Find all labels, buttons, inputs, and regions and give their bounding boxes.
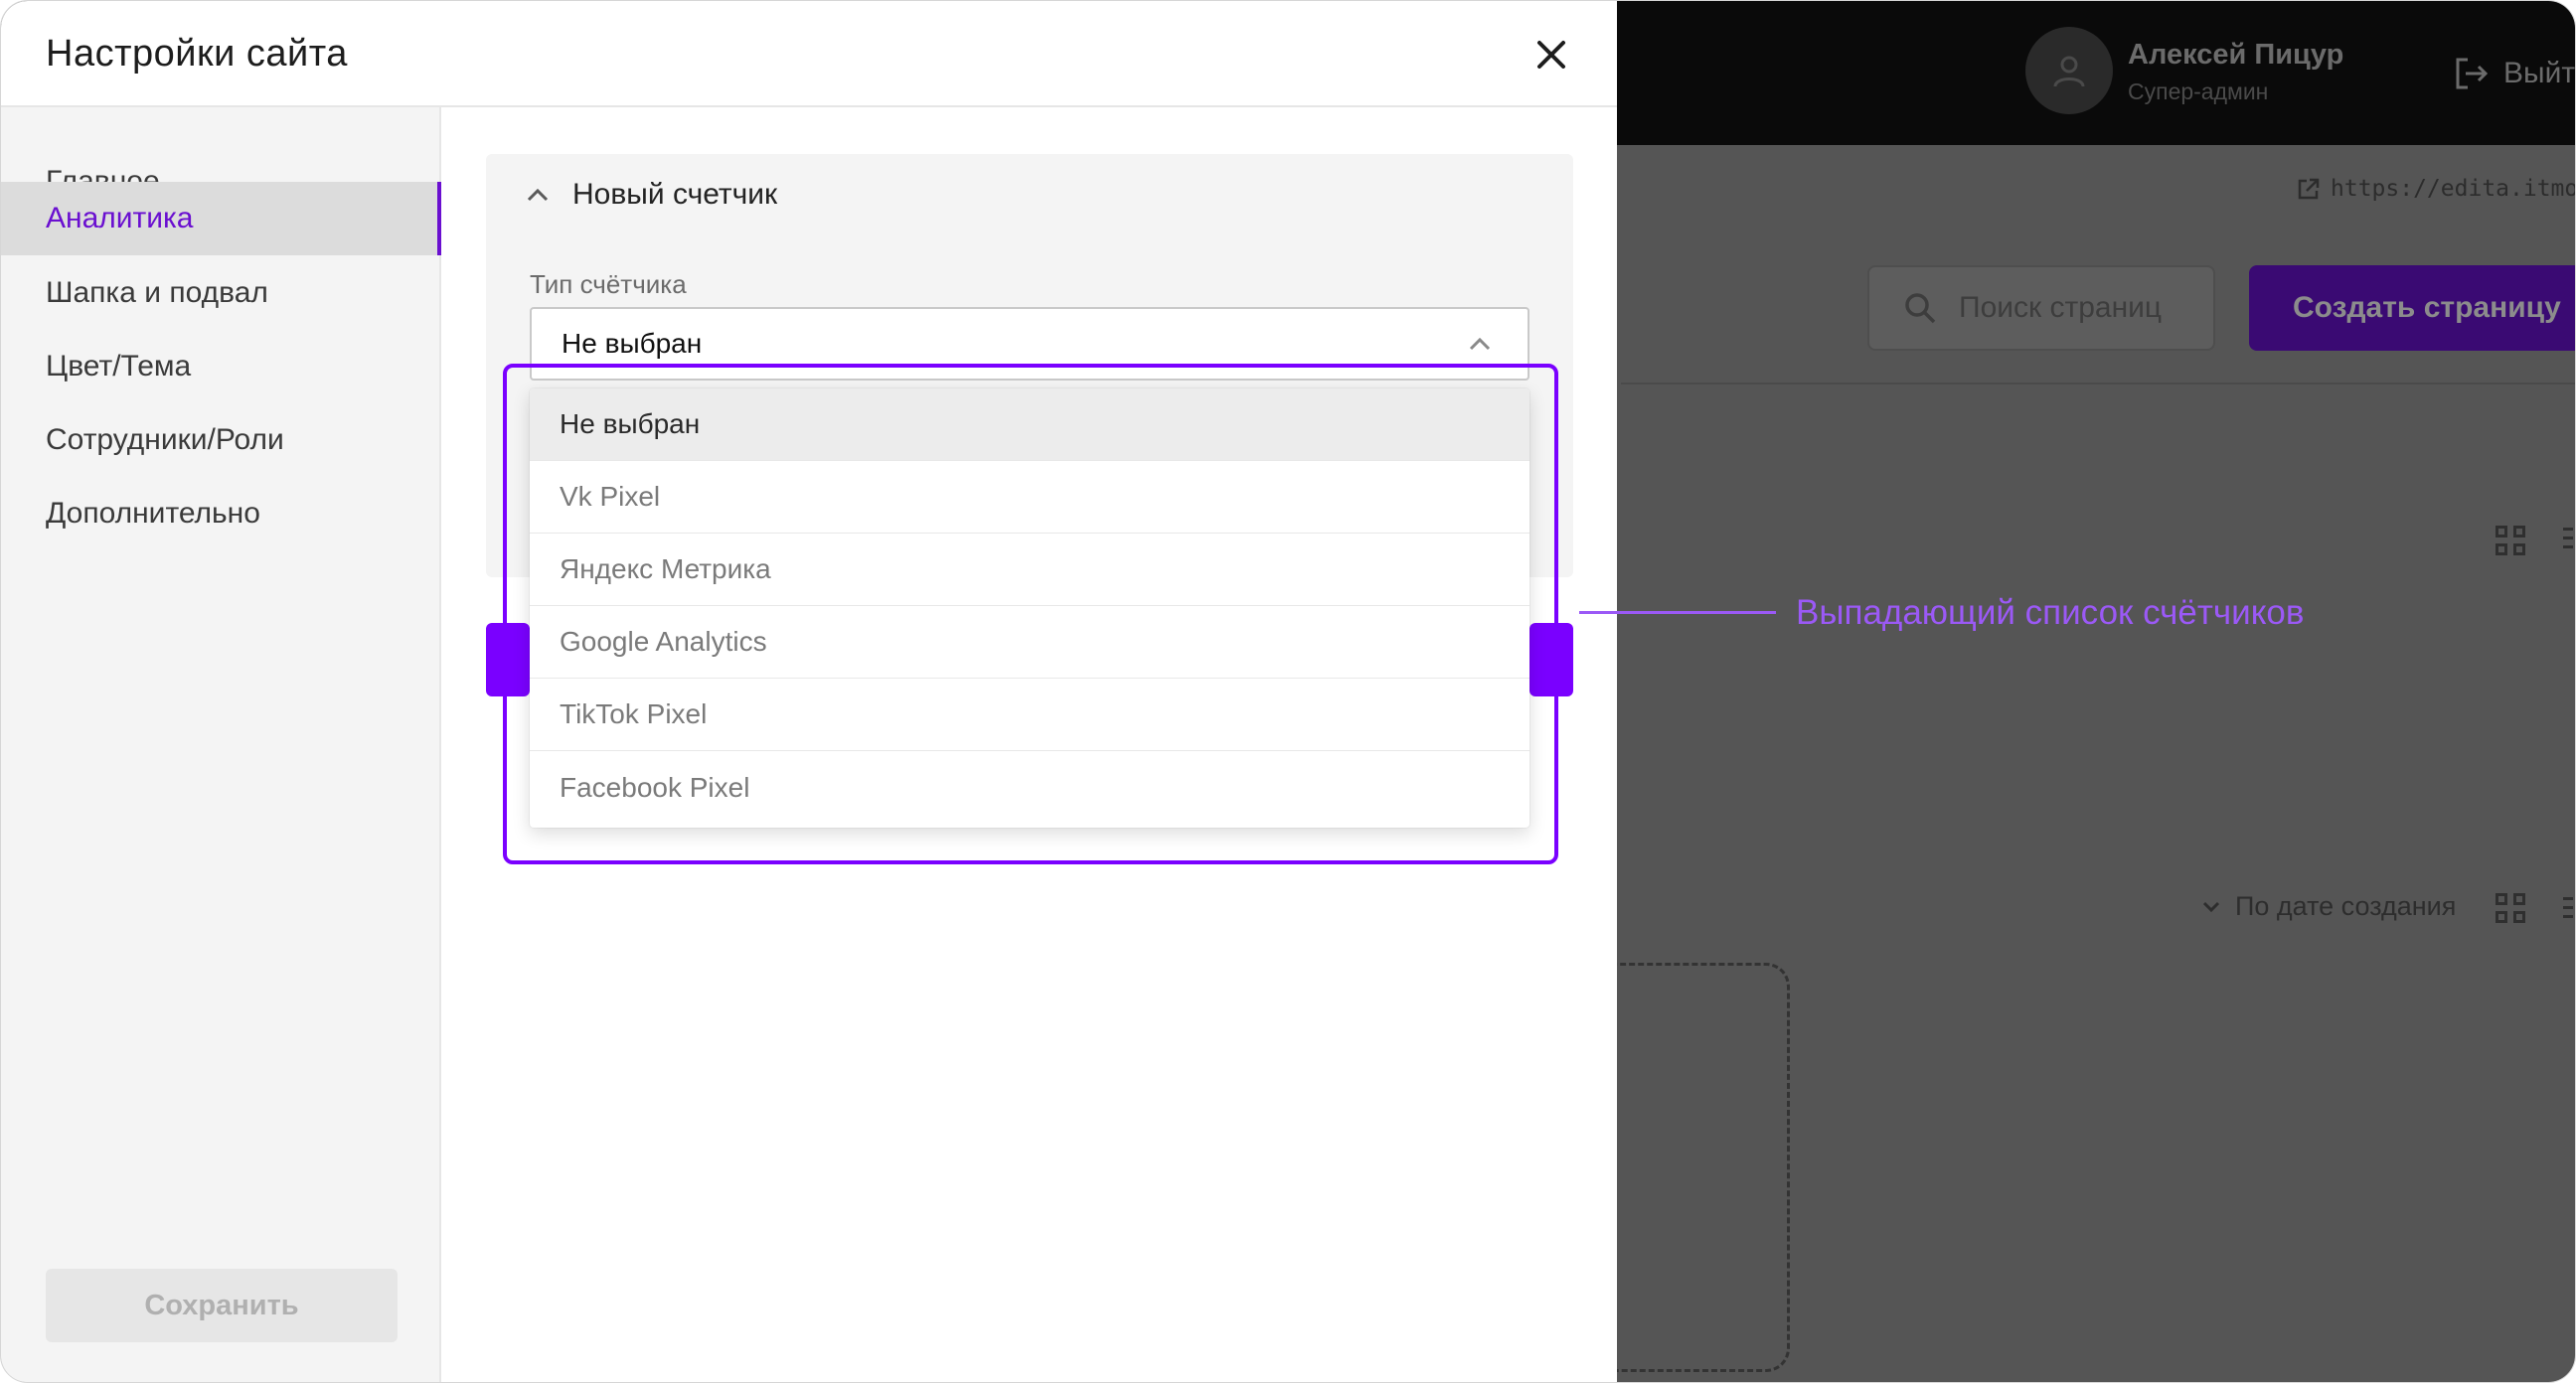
counter-type-value: Не выбран: [562, 328, 703, 359]
screenshot-frame: Алексей Пицур Супер-админ Выйти https://…: [0, 0, 2576, 1383]
annotation-highlight: [503, 364, 1558, 864]
chevron-up-icon: [527, 188, 549, 202]
sort-label: По дате создания: [2235, 891, 2457, 921]
site-url: https://edita.itmo.ru/: [2331, 176, 2575, 202]
grid-view-icon[interactable]: [2496, 893, 2525, 923]
search-icon: [1905, 293, 1936, 324]
grid-view-icon[interactable]: [2496, 526, 2525, 555]
new-counter-title: Новый счетчик: [572, 178, 778, 211]
site-settings-modal: Настройки сайта Главное Аналитика Шапка …: [1, 1, 1617, 1382]
external-link-icon: [2298, 178, 2320, 200]
user-icon: [2053, 56, 2085, 87]
sidebar-item-analytics[interactable]: Аналитика: [1, 182, 441, 255]
logout-label: Выйти: [2503, 57, 2576, 89]
sidebar-item-header-footer[interactable]: Шапка и подвал: [1, 256, 441, 330]
app-divider: [1621, 383, 2575, 384]
save-button[interactable]: Сохранить: [46, 1269, 398, 1342]
counter-type-label: Тип счётчика: [530, 269, 687, 299]
settings-sidebar: Главное Аналитика Шапка и подвал Цвет/Те…: [1, 107, 441, 1382]
avatar[interactable]: [2025, 27, 2113, 114]
user-role: Супер-админ: [2128, 78, 2269, 104]
list-view-icon[interactable]: [2563, 897, 2573, 924]
logout-icon: [2456, 58, 2489, 89]
sort-dropdown[interactable]: По дате создания: [2201, 891, 2456, 922]
modal-header: Настройки сайта: [1, 1, 1617, 107]
create-page-button[interactable]: Создать страницу: [2249, 265, 2575, 351]
new-counter-toggle[interactable]: Новый счетчик: [525, 178, 777, 212]
user-name: Алексей Пицур: [2128, 39, 2344, 71]
close-button[interactable]: [1530, 33, 1573, 77]
sidebar-item-additional[interactable]: Дополнительно: [1, 477, 441, 550]
sidebar-item-staff-roles[interactable]: Сотрудники/Роли: [1, 403, 441, 477]
annotation-text: Выпадающий список счётчиков: [1796, 593, 2305, 632]
list-view-icon[interactable]: [2563, 528, 2573, 554]
search-placeholder: Поиск страниц: [1959, 291, 2163, 324]
modal-title: Настройки сайта: [46, 33, 348, 75]
site-url-link[interactable]: https://edita.itmo.ru/: [2297, 176, 2575, 202]
logout-button[interactable]: Выйти: [2452, 55, 2576, 92]
page-search-input[interactable]: Поиск страниц: [1867, 265, 2215, 351]
chevron-up-icon: [1469, 337, 1491, 351]
close-icon: [1537, 41, 1565, 69]
annotation-line: [1579, 611, 1776, 614]
sidebar-item-color-theme[interactable]: Цвет/Тема: [1, 330, 441, 403]
chevron-down-icon: [2202, 901, 2220, 912]
